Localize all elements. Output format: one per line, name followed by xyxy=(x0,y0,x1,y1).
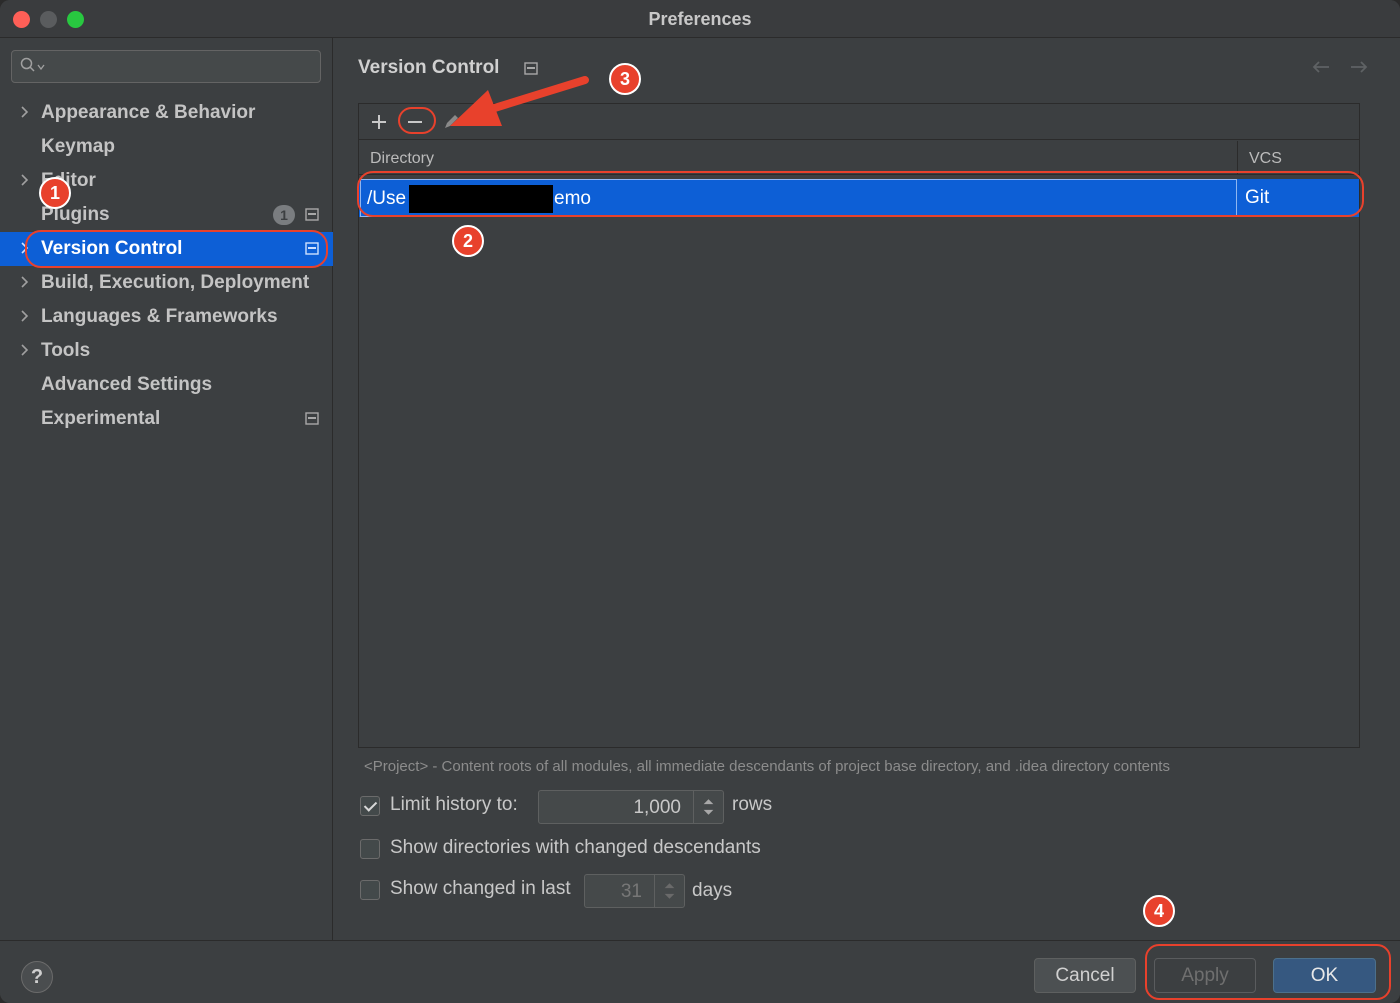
column-header-vcs[interactable]: VCS xyxy=(1249,150,1282,168)
show-directories-label: Show directories with changed descendant… xyxy=(390,837,761,858)
column-divider[interactable] xyxy=(1237,141,1238,175)
chevron-right-icon[interactable] xyxy=(18,241,32,255)
sidebar-item-label: Experimental xyxy=(41,408,161,429)
sidebar-item-label: Appearance & Behavior xyxy=(41,102,256,123)
directory-cell[interactable]: /Use emo xyxy=(360,179,1237,217)
sidebar-item-label: Version Control xyxy=(41,238,183,259)
forward-arrow-icon[interactable] xyxy=(1348,56,1370,78)
directory-path-start: /Use xyxy=(367,188,407,209)
dialog-footer: ? Cancel Apply OK xyxy=(0,940,1400,1003)
sidebar-item-advanced-settings[interactable]: Advanced Settings xyxy=(0,368,333,402)
settings-search-input[interactable] xyxy=(11,50,321,83)
limit-history-checkbox[interactable] xyxy=(360,796,380,816)
help-button[interactable]: ? xyxy=(21,961,53,993)
vcs-mappings-panel: Directory VCS /Use emo Git xyxy=(358,103,1360,748)
back-arrow-icon[interactable] xyxy=(1310,56,1332,78)
show-changed-checkbox[interactable] xyxy=(360,880,380,900)
ok-button[interactable]: OK xyxy=(1273,958,1376,993)
directory-path-end: emo xyxy=(554,188,591,209)
settings-sidebar: Appearance & Behavior Keymap Editor Plug… xyxy=(0,38,333,940)
cancel-button[interactable]: Cancel xyxy=(1034,958,1136,993)
table-body: /Use emo Git xyxy=(359,176,1359,747)
table-header: Directory VCS xyxy=(359,141,1359,175)
history-limit-spinner[interactable]: 1,000 xyxy=(538,790,724,824)
limit-history-label: Limit history to: xyxy=(390,794,518,815)
changed-days-spinner[interactable]: 31 xyxy=(584,874,685,908)
sidebar-item-version-control[interactable]: Version Control xyxy=(0,232,333,266)
add-mapping-button[interactable] xyxy=(367,110,391,134)
search-icon xyxy=(20,57,35,72)
window-title: Preferences xyxy=(648,9,752,29)
limit-history-option: Limit history to: 1,000 rows xyxy=(360,790,780,824)
annotation-step-3: 3 xyxy=(609,63,641,95)
search-history-chevron-icon[interactable] xyxy=(37,64,45,70)
plugins-update-badge: 1 xyxy=(273,205,295,225)
remove-mapping-button[interactable] xyxy=(403,110,427,134)
spinner-arrows-icon[interactable] xyxy=(654,875,684,907)
preferences-window: Preferences Appearance & Behavior Keymap… xyxy=(0,0,1400,1003)
show-changed-unit: days xyxy=(692,880,733,901)
sidebar-item-label: Advanced Settings xyxy=(41,374,213,395)
spinner-arrows-icon[interactable] xyxy=(693,791,723,823)
title-bar: Preferences xyxy=(0,0,1400,38)
sidebar-item-label: Languages & Frameworks xyxy=(41,306,278,327)
changed-days-value: 31 xyxy=(620,881,642,902)
annotation-step-1: 1 xyxy=(39,177,71,209)
sidebar-item-languages-frameworks[interactable]: Languages & Frameworks xyxy=(0,300,333,334)
sidebar-item-keymap[interactable]: Keymap xyxy=(0,130,333,164)
column-header-directory[interactable]: Directory xyxy=(370,150,434,168)
show-changed-label: Show changed in last xyxy=(390,878,571,899)
chevron-right-icon[interactable] xyxy=(18,173,32,187)
sidebar-item-label: Tools xyxy=(41,340,91,361)
annotation-arrow-icon xyxy=(450,76,589,126)
sidebar-item-label: Build, Execution, Deployment xyxy=(41,272,310,293)
limit-history-unit: rows xyxy=(732,794,773,815)
chevron-right-icon[interactable] xyxy=(18,309,32,323)
sidebar-item-tools[interactable]: Tools xyxy=(0,334,333,368)
annotation-step-2: 2 xyxy=(452,225,484,257)
sidebar-item-appearance-behavior[interactable]: Appearance & Behavior xyxy=(0,96,333,130)
show-directories-checkbox[interactable] xyxy=(360,839,380,859)
settings-content: Version Control Directory VCS /Use emo G… xyxy=(334,38,1400,940)
project-level-icon xyxy=(305,242,319,255)
project-level-icon xyxy=(305,412,319,425)
redaction-box xyxy=(409,185,553,213)
sidebar-item-label: Keymap xyxy=(41,136,115,157)
sidebar-item-experimental[interactable]: Experimental xyxy=(0,402,333,436)
chevron-right-icon[interactable] xyxy=(18,105,32,119)
chevron-right-icon[interactable] xyxy=(18,275,32,289)
chevron-right-icon[interactable] xyxy=(18,343,32,357)
project-hint-text: <Project> - Content roots of all modules… xyxy=(364,758,1170,775)
show-changed-option: Show changed in last 31 days xyxy=(360,874,780,908)
history-limit-value: 1,000 xyxy=(633,797,681,818)
sidebar-item-build-execution-deployment[interactable]: Build, Execution, Deployment xyxy=(0,266,333,300)
vcs-cell[interactable]: Git xyxy=(1245,187,1269,209)
annotation-step-4: 4 xyxy=(1143,895,1175,927)
project-level-icon xyxy=(305,208,319,221)
show-directories-option: Show directories with changed descendant… xyxy=(360,835,800,865)
table-row[interactable]: /Use emo Git xyxy=(359,179,1359,217)
apply-button[interactable]: Apply xyxy=(1154,958,1256,993)
